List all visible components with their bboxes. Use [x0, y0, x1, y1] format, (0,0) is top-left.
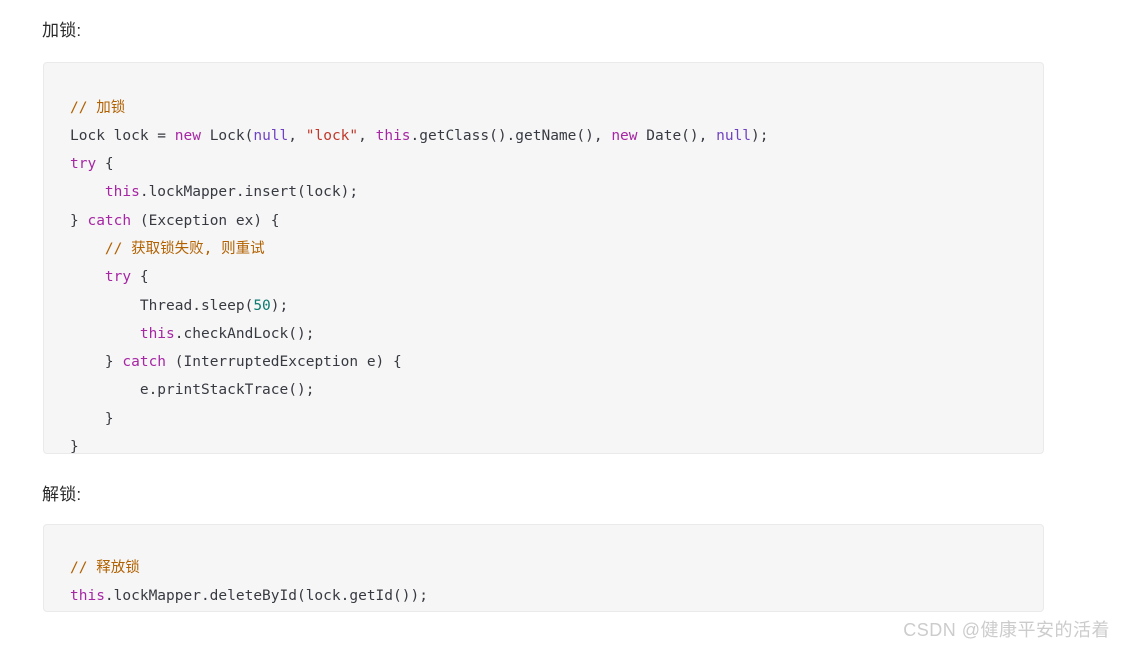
code-token-plain: );	[751, 127, 769, 144]
code-line: Lock lock = new Lock(null, "lock", this.…	[70, 122, 769, 150]
code-token-keyword: this	[375, 127, 411, 144]
code-line: // 加锁	[70, 94, 769, 122]
code-token-plain: e.printStackTrace();	[70, 382, 315, 399]
code-token-comment: // 释放锁	[70, 559, 140, 576]
lock-code-content: // 加锁 Lock lock = new Lock(null, "lock", …	[70, 94, 769, 454]
code-token-plain: .lockMapper.insert(lock);	[139, 184, 359, 201]
code-line: try {	[70, 150, 769, 178]
article-page: 加锁: // 加锁 Lock lock = new Lock(null, "loc…	[0, 0, 1124, 652]
code-token-keyword: this	[70, 587, 105, 604]
unlock-code-content: // 释放锁 this.lockMapper.deleteById(lock.ge…	[70, 554, 428, 611]
code-token-plain: Date(),	[637, 127, 717, 144]
lock-code-block[interactable]: // 加锁 Lock lock = new Lock(null, "lock", …	[43, 62, 1044, 454]
lock-section-label: 加锁:	[42, 21, 82, 40]
code-token-plain: }	[70, 354, 123, 371]
code-token-plain: .checkAndLock();	[174, 325, 315, 342]
code-token-keyword: this	[139, 325, 175, 342]
code-token-plain: .getClass().getName(),	[410, 127, 612, 144]
code-line: } catch (InterruptedException e) {	[70, 348, 769, 376]
code-token-plain: Thread.sleep(	[70, 297, 254, 314]
code-token-plain: (Exception ex) {	[131, 212, 280, 229]
unlock-section-label: 解锁:	[42, 485, 82, 504]
code-line: // 获取锁失败, 则重试	[70, 235, 769, 263]
code-token-plain: }	[70, 212, 88, 229]
code-line: } catch (Exception ex) {	[70, 207, 769, 235]
code-token-const: null	[716, 127, 752, 144]
code-token-string: "lock"	[305, 127, 359, 144]
code-token-plain: ,	[288, 127, 306, 144]
code-line: }	[70, 433, 769, 454]
unlock-code-block[interactable]: // 释放锁 this.lockMapper.deleteById(lock.ge…	[43, 524, 1044, 612]
code-token-plain: Lock(	[200, 127, 254, 144]
code-token-plain: }	[70, 410, 114, 427]
code-token-keyword: new	[611, 127, 638, 144]
code-token-comment: // 加锁	[70, 99, 126, 116]
code-line: // 释放锁	[70, 554, 428, 582]
code-line: }	[70, 405, 769, 433]
code-line: e.printStackTrace();	[70, 376, 769, 404]
code-token-plain: {	[131, 269, 149, 286]
code-token-comment: // 获取锁失败, 则重试	[104, 240, 265, 257]
code-line: this.lockMapper.insert(lock);	[70, 178, 769, 206]
code-token-plain: }	[70, 439, 79, 454]
code-line: this.checkAndLock();	[70, 320, 769, 348]
code-token-number: 50	[253, 297, 271, 314]
code-token-keyword: catch	[87, 212, 132, 229]
code-token-keyword: try	[104, 269, 132, 286]
code-line: Thread.sleep(50);	[70, 292, 769, 320]
code-token-keyword: this	[104, 184, 140, 201]
code-token-plain: .lockMapper.deleteById(lock.getId());	[104, 587, 428, 604]
csdn-watermark: CSDN @健康平安的活着	[903, 620, 1110, 640]
code-line: try {	[70, 263, 769, 291]
code-token-const: null	[253, 127, 289, 144]
code-token-plain: Lock lock =	[70, 127, 175, 144]
code-token-keyword: catch	[122, 354, 167, 371]
code-line: this.lockMapper.deleteById(lock.getId())…	[70, 582, 428, 610]
code-token-plain: {	[96, 156, 114, 173]
code-token-keyword: new	[174, 127, 201, 144]
code-token-plain: (InterruptedException e) {	[166, 354, 402, 371]
code-token-plain: );	[270, 297, 289, 314]
code-token-plain: ,	[358, 127, 376, 144]
code-token-keyword: try	[70, 156, 97, 173]
